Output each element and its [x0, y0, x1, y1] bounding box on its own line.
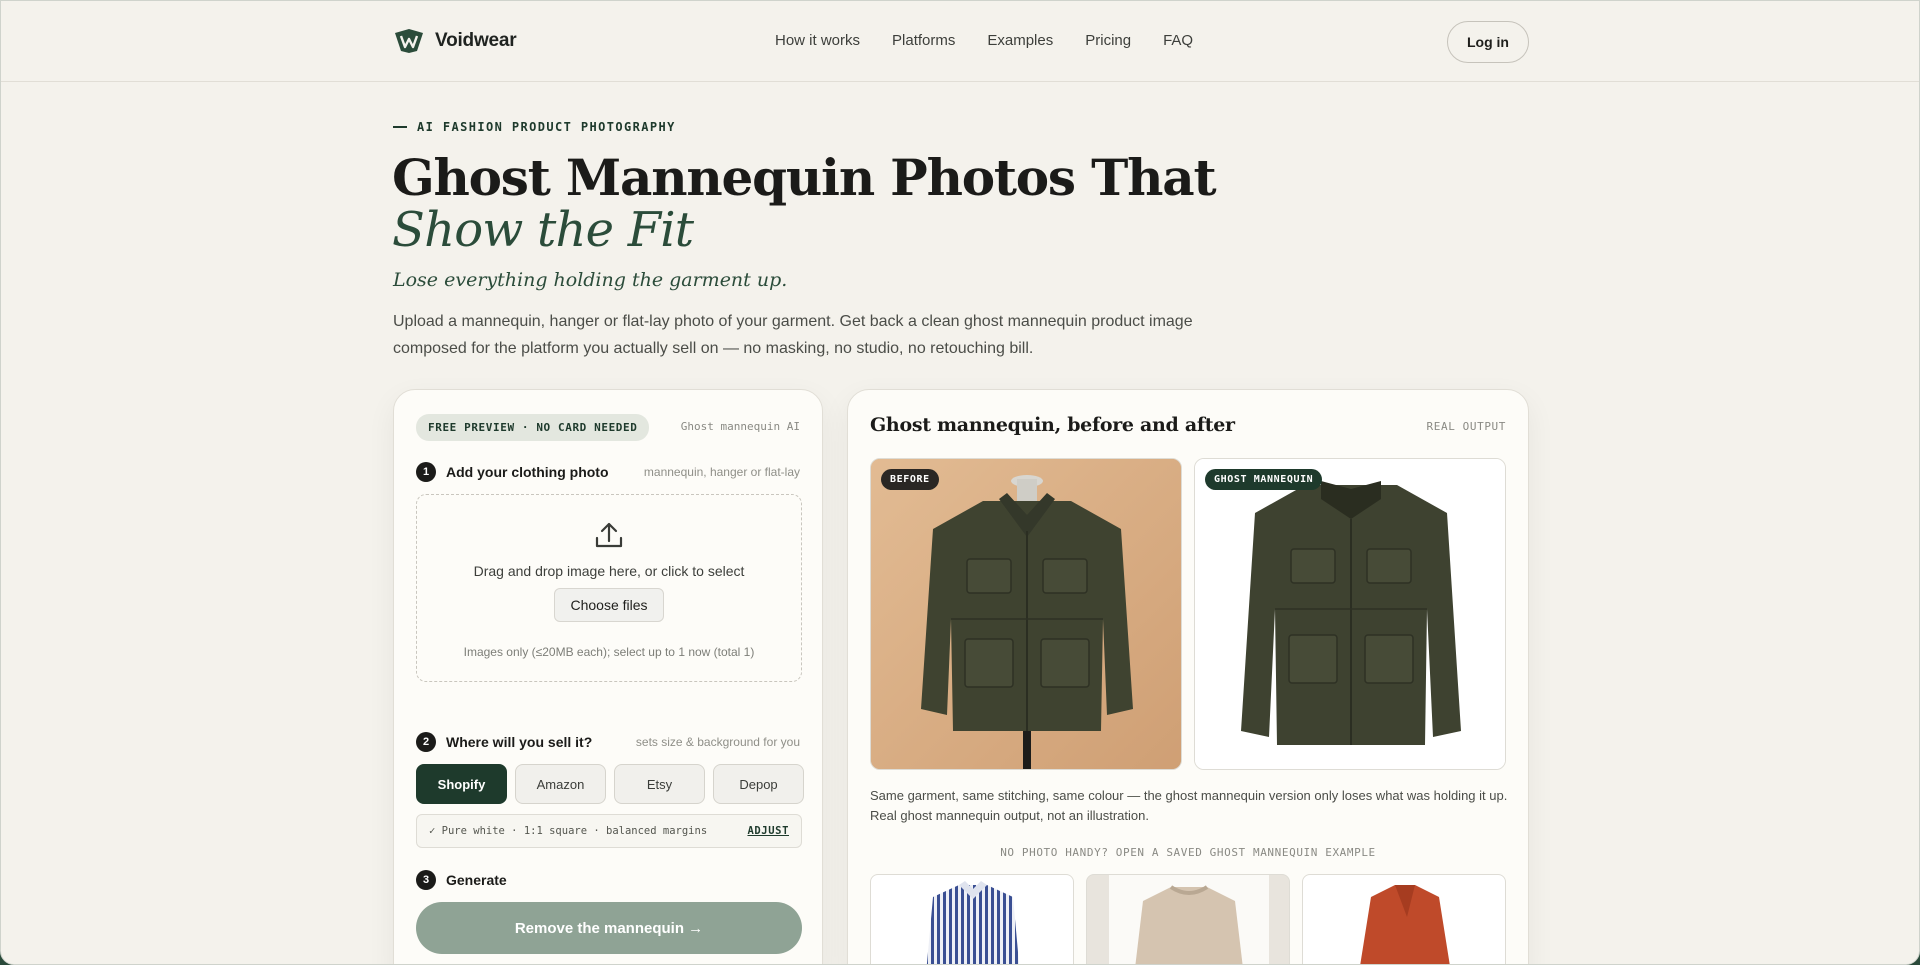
knit-sweater-image [1109, 875, 1269, 964]
choose-files-button[interactable]: Choose files [554, 588, 664, 622]
page: Voidwear How it works Platforms Examples… [0, 0, 1920, 965]
step-number: 2 [416, 732, 436, 752]
brand-logo-icon [395, 29, 423, 53]
nav-link-platforms[interactable]: Platforms [892, 32, 955, 49]
example-striped-shirt[interactable] [870, 874, 1074, 964]
platform-shopify-button[interactable]: Shopify [416, 764, 507, 804]
step-title: Add your clothing photo [446, 464, 609, 480]
example-wrap-dress[interactable] [1302, 874, 1506, 964]
step-3: 3 Generate [416, 870, 507, 890]
step-number: 3 [416, 870, 436, 890]
card-tag: Ghost mannequin AI [680, 420, 800, 433]
examples-heading: NO PHOTO HANDY? OPEN A SAVED GHOST MANNE… [1000, 846, 1376, 859]
nav-link-pricing[interactable]: Pricing [1085, 32, 1131, 49]
nav-link-faq[interactable]: FAQ [1163, 32, 1193, 49]
brand-name: Voidwear [435, 30, 517, 51]
step-1: 1 Add your clothing photo [416, 462, 609, 482]
dropzone-text: Drag and drop image here, or click to se… [473, 563, 745, 579]
tagline: Lose everything holding the garment up. [393, 269, 788, 291]
step-2: 2 Where will you sell it? [416, 732, 592, 752]
lead-paragraph: Upload a mannequin, hanger or flat-lay p… [393, 313, 1193, 357]
free-preview-badge: FREE PREVIEW · NO CARD NEEDED [416, 414, 650, 441]
striped-shirt-image [926, 881, 1020, 964]
step-hint: mannequin, hanger or flat-lay [643, 465, 800, 479]
step-hint: sets size & background for you [635, 735, 800, 749]
platform-selector: Shopify Amazon Etsy Depop [416, 764, 804, 804]
platform-amazon-button[interactable]: Amazon [515, 764, 606, 804]
dropzone-note: Images only (≤20MB each); select up to 1… [463, 645, 755, 659]
step-number: 1 [416, 462, 436, 482]
page-title-accent: Show the Fit [392, 202, 694, 258]
nav-link-examples[interactable]: Examples [987, 32, 1053, 49]
ghost-mannequin-jacket-image [1195, 459, 1505, 769]
remove-mannequin-button[interactable]: Remove the mannequin → [416, 902, 802, 954]
before-after-card: Ghost mannequin, before and after REAL O… [847, 389, 1529, 964]
before-badge: BEFORE [881, 469, 939, 490]
adjust-link[interactable]: ADJUST [747, 825, 789, 837]
nav-links: How it works Platforms Examples Pricing … [775, 32, 1193, 49]
page-title: Ghost Mannequin Photos That [392, 148, 1217, 207]
before-photo: BEFORE [870, 458, 1182, 770]
wrap-dress-image [1360, 885, 1450, 964]
login-button[interactable]: Log in [1447, 21, 1529, 63]
output-spec: ✓ Pure white · 1:1 square · balanced mar… [416, 814, 802, 848]
step-title: Generate [446, 872, 507, 888]
platform-etsy-button[interactable]: Etsy [614, 764, 705, 804]
eyebrow-dash [393, 126, 407, 128]
image-dropzone[interactable]: Drag and drop image here, or click to se… [416, 494, 802, 682]
upload-icon [595, 522, 623, 548]
upload-card: FREE PREVIEW · NO CARD NEEDED Ghost mann… [393, 389, 823, 964]
platform-depop-button[interactable]: Depop [713, 764, 804, 804]
after-badge: GHOST MANNEQUIN [1205, 469, 1323, 490]
showcase-title: Ghost mannequin, before and after [870, 414, 1235, 436]
real-output-tag: REAL OUTPUT [1426, 420, 1506, 433]
eyebrow: AI FASHION PRODUCT PHOTOGRAPHY [393, 120, 676, 134]
nav-link-how-it-works[interactable]: How it works [775, 32, 860, 49]
example-knit-sweater[interactable] [1086, 874, 1290, 964]
jacket-on-mannequin-image [871, 459, 1181, 769]
eyebrow-text: AI FASHION PRODUCT PHOTOGRAPHY [417, 120, 676, 134]
step-title: Where will you sell it? [446, 734, 593, 750]
after-photo: GHOST MANNEQUIN [1194, 458, 1506, 770]
output-spec-text: ✓ Pure white · 1:1 square · balanced mar… [429, 825, 708, 837]
top-nav: Voidwear How it works Platforms Examples… [1, 1, 1919, 82]
showcase-caption: Same garment, same stitching, same colou… [870, 788, 1508, 823]
brand[interactable]: Voidwear [393, 27, 517, 55]
